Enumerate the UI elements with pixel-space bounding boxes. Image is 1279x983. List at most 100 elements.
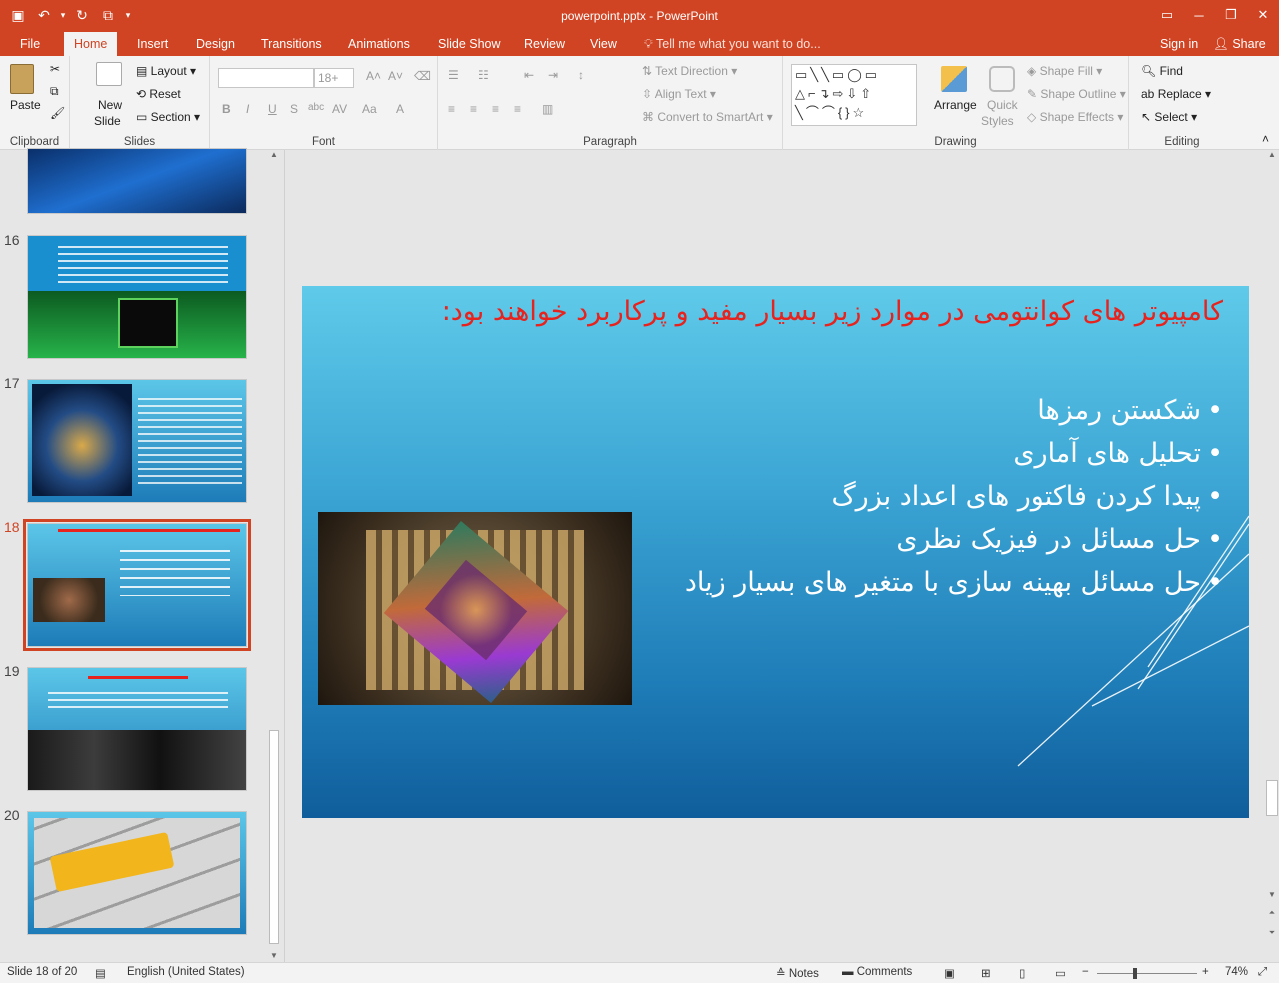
tab-insert[interactable]: Insert	[127, 32, 178, 56]
tab-review[interactable]: Review	[514, 32, 575, 56]
align-text-button[interactable]: ⇳ Align Text ▾	[642, 87, 716, 101]
zoom-out-icon[interactable]: −	[1082, 966, 1089, 978]
select-button[interactable]: ↖ Select ▾	[1141, 110, 1197, 124]
scroll-thumb[interactable]	[269, 730, 279, 944]
zoom-slider-thumb[interactable]	[1133, 968, 1137, 979]
comments-button[interactable]: ▬ Comments	[842, 966, 912, 978]
arrange-button[interactable]: Arrange	[934, 98, 977, 112]
scroll-up-icon[interactable]: ▲	[267, 150, 281, 164]
new-slide-dropdown[interactable]: Slide	[94, 114, 121, 128]
columns-icon[interactable]: ▥	[542, 102, 553, 116]
scroll-down-icon[interactable]: ▼	[1265, 890, 1279, 899]
tab-view[interactable]: View	[580, 32, 627, 56]
shape-effects-button[interactable]: ◇ Shape Effects ▾	[1027, 110, 1123, 124]
scroll-thumb[interactable]	[1266, 780, 1278, 816]
restore-button[interactable]: ❐	[1215, 0, 1247, 30]
format-painter-icon[interactable]: 🖌︎	[50, 106, 65, 120]
font-size-input[interactable]: 18+	[314, 68, 354, 88]
scroll-down-icon[interactable]: ▼	[267, 951, 281, 960]
strikethrough-icon[interactable]: abc	[308, 102, 324, 113]
quick-styles-icon[interactable]	[989, 66, 1015, 92]
shadow-icon[interactable]: S	[290, 102, 298, 116]
tab-design[interactable]: Design	[186, 32, 245, 56]
increase-font-icon[interactable]: A˄	[366, 69, 381, 83]
tab-file[interactable]: File	[10, 32, 50, 56]
slide-sorter-icon[interactable]: ⊞	[981, 966, 991, 980]
new-slide-icon[interactable]	[96, 62, 122, 86]
quantum-chip-image[interactable]	[318, 512, 632, 705]
smartart-button[interactable]: ⌘ Convert to SmartArt ▾	[642, 110, 773, 124]
underline-icon[interactable]: U	[268, 102, 277, 116]
shape-fill-button[interactable]: ◈ Shape Fill ▾	[1027, 64, 1102, 78]
fit-to-window-icon[interactable]: ⤢	[1258, 966, 1267, 979]
collapse-ribbon-icon[interactable]: ˄	[1262, 132, 1269, 146]
font-name-input[interactable]	[218, 68, 314, 88]
slide-thumbnail-19[interactable]	[27, 667, 247, 791]
clear-formatting-icon[interactable]: ⌫	[414, 69, 431, 83]
slide-thumbnail-20[interactable]	[27, 811, 247, 935]
copy-icon[interactable]: ⧉	[50, 84, 59, 99]
align-center-icon[interactable]: ≡	[470, 102, 477, 116]
editor-scrollbar[interactable]: ▲ ▼ ⏶ ⏷	[1265, 150, 1279, 962]
layout-button[interactable]: ▤ Layout ▾	[136, 64, 196, 78]
close-button[interactable]: ✕	[1247, 0, 1279, 30]
slideshow-icon[interactable]: ▭	[1055, 966, 1066, 980]
tab-home[interactable]: Home	[64, 32, 118, 57]
ribbon-display-options-icon[interactable]: ▭	[1151, 0, 1183, 30]
zoom-slider[interactable]	[1097, 968, 1197, 979]
change-case-icon[interactable]: Aa	[362, 102, 377, 116]
cut-icon[interactable]: ✂	[50, 62, 60, 76]
bullet-list[interactable]: شکستن رمزها تحلیل های آماری پیدا کردن فا…	[685, 389, 1223, 604]
notes-button[interactable]: ≙ Notes	[776, 966, 819, 980]
section-button[interactable]: ▭ Section ▾	[136, 110, 200, 124]
character-spacing-icon[interactable]: AV	[332, 102, 347, 116]
shapes-gallery[interactable]: ▭╲╲▭◯▭ △⌐↴⇨⇩⇧ ╲⌒⌒{}☆	[791, 64, 917, 126]
normal-view-icon[interactable]: ▣	[944, 966, 955, 980]
scroll-up-icon[interactable]: ▲	[1265, 150, 1279, 164]
sign-in-link[interactable]: Sign in	[1160, 32, 1198, 56]
slide-thumbnail-17[interactable]	[27, 379, 247, 503]
next-slide-icon[interactable]: ⏷	[1265, 928, 1279, 938]
arrange-icon[interactable]	[941, 66, 967, 92]
decrease-indent-icon[interactable]: ⇤	[524, 68, 534, 82]
share-button[interactable]: 👤︎ Share	[1213, 32, 1266, 56]
zoom-in-icon[interactable]: +	[1202, 966, 1209, 978]
tab-slideshow[interactable]: Slide Show	[428, 32, 511, 56]
quick-styles-dropdown[interactable]: Styles	[981, 114, 1014, 128]
shape-outline-button[interactable]: ✎ Shape Outline ▾	[1027, 87, 1126, 101]
bold-icon[interactable]: B	[222, 102, 231, 116]
thumbnail-scrollbar[interactable]: ▲ ▼	[267, 150, 281, 962]
zoom-level[interactable]: 74%	[1225, 966, 1248, 978]
slide-title[interactable]: کامپیوتر های کوانتومی در موارد زیر بسیار…	[442, 296, 1223, 327]
spell-check-icon[interactable]: ▤	[95, 966, 106, 980]
paste-button[interactable]: Paste	[10, 98, 41, 112]
line-spacing-icon[interactable]: ↕	[578, 68, 584, 82]
tab-animations[interactable]: Animations	[338, 32, 420, 56]
font-color-icon[interactable]: A	[396, 102, 404, 116]
align-right-icon[interactable]: ≡	[492, 102, 499, 116]
current-slide[interactable]: کامپیوتر های کوانتومی در موارد زیر بسیار…	[302, 286, 1249, 818]
tab-transitions[interactable]: Transitions	[251, 32, 332, 56]
find-button[interactable]: 🔍︎ Find	[1141, 64, 1183, 78]
numbering-icon[interactable]: ☷	[478, 68, 489, 82]
align-left-icon[interactable]: ≡	[448, 102, 455, 116]
reading-view-icon[interactable]: ▯	[1019, 966, 1025, 980]
replace-button[interactable]: ab Replace ▾	[1141, 87, 1211, 101]
justify-icon[interactable]: ≡	[514, 102, 521, 116]
increase-indent-icon[interactable]: ⇥	[548, 68, 558, 82]
paste-icon[interactable]	[10, 64, 34, 94]
previous-slide-icon[interactable]: ⏶	[1265, 908, 1279, 918]
decrease-font-icon[interactable]: A˅	[388, 69, 403, 83]
slide-thumbnail-18[interactable]	[23, 519, 251, 651]
new-slide-button[interactable]: New	[98, 98, 122, 112]
minimize-button[interactable]: ─	[1183, 0, 1215, 30]
quick-styles-button[interactable]: Quick	[987, 98, 1018, 112]
tell-me-box[interactable]: 💡︎ Tell me what you want to do...	[644, 32, 821, 56]
italic-icon[interactable]: I	[246, 102, 249, 116]
text-direction-button[interactable]: ⇅ Text Direction ▾	[642, 64, 737, 78]
bullets-icon[interactable]: ☰	[448, 68, 459, 82]
slide-thumbnail-16[interactable]	[27, 235, 247, 359]
language-indicator[interactable]: English (United States)	[127, 966, 245, 978]
slide-thumbnail-15[interactable]	[27, 148, 247, 214]
reset-button[interactable]: ⟲ Reset	[136, 87, 181, 101]
